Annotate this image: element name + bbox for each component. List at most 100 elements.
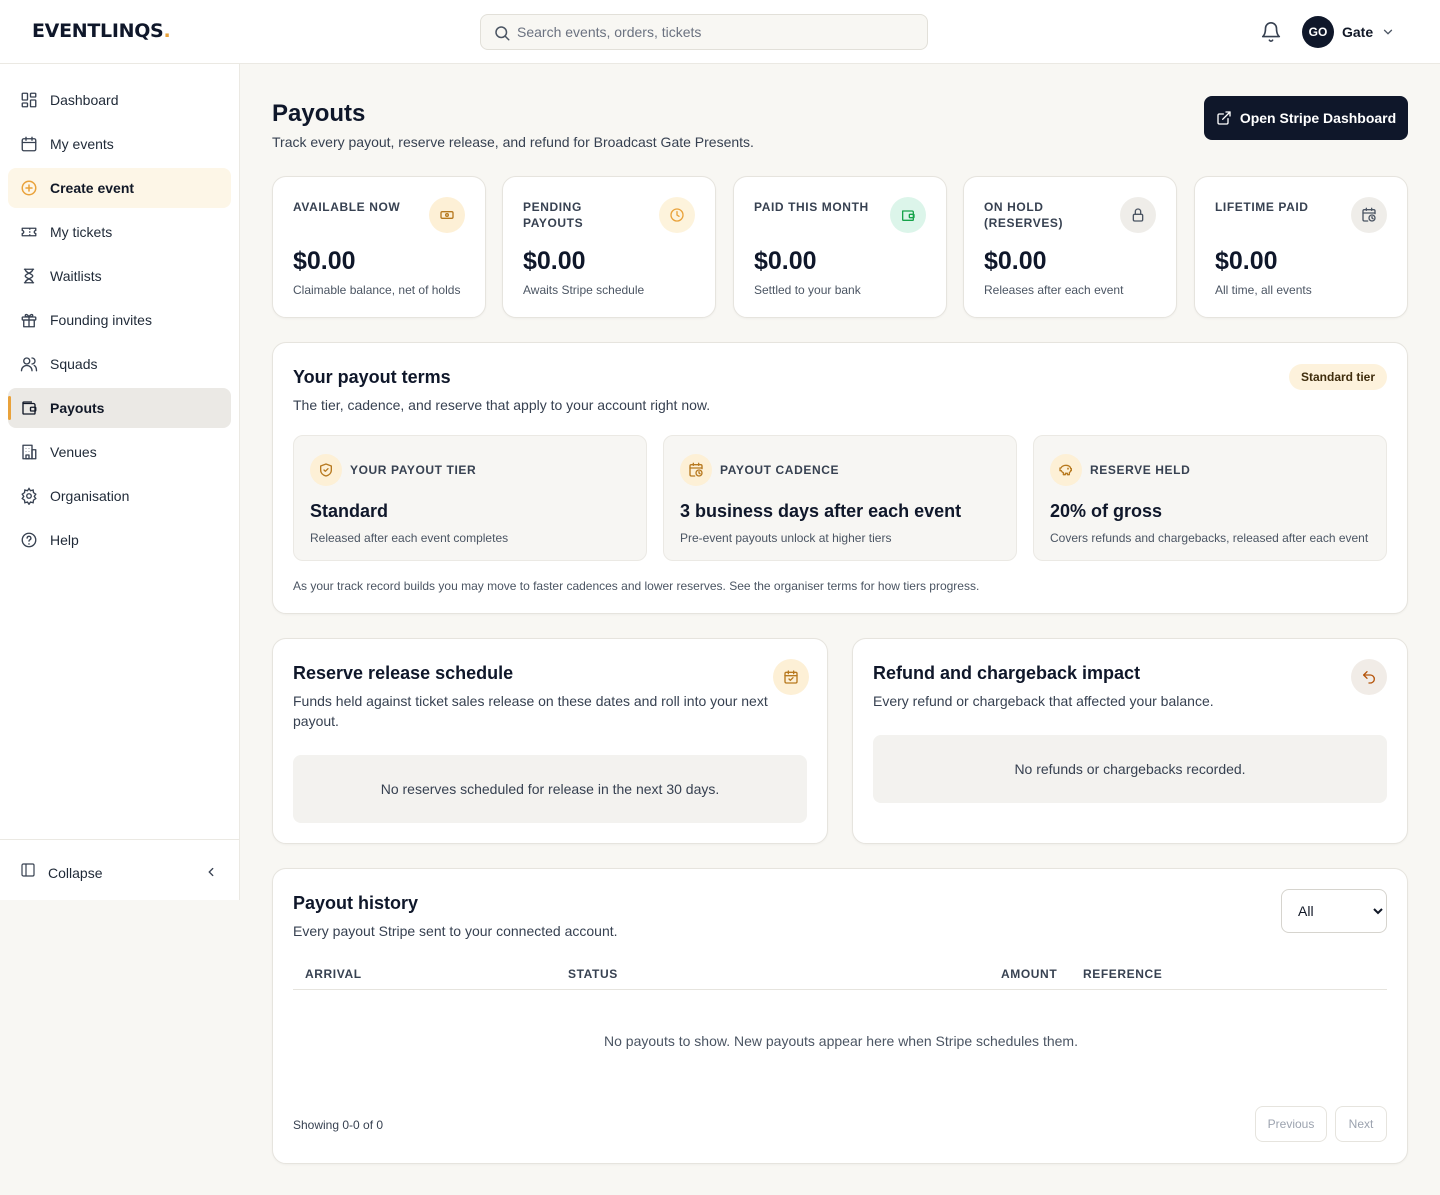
brand-logo[interactable]: EVENTLINQS. <box>32 20 171 42</box>
stat-value: $0.00 <box>293 247 356 275</box>
term-box-payout-cadence: PAYOUT CADENCE 3 business days after eac… <box>663 435 1017 561</box>
terms-note: As your track record builds you may move… <box>293 579 980 593</box>
stat-card-available-now: AVAILABLE NOW $0.00 Claimable balance, n… <box>272 176 486 318</box>
stat-card-pending-payouts: PENDING PAYOUTS $0.00 Awaits Stripe sche… <box>502 176 716 318</box>
stat-card-lifetime-paid: LIFETIME PAID $0.00 All time, all events <box>1194 176 1408 318</box>
sidebar-item-help[interactable]: Help <box>8 520 231 560</box>
column-header-arrival: ARRIVAL <box>305 967 362 981</box>
search-bar[interactable] <box>480 14 928 50</box>
stat-label: PENDING PAYOUTS <box>523 200 584 230</box>
users-icon <box>20 355 38 373</box>
table-header-divider <box>293 989 1387 990</box>
sidebar-item-venues[interactable]: Venues <box>8 432 231 472</box>
user-name[interactable]: Gate <box>1342 24 1373 40</box>
calendar-clock-icon <box>680 454 712 486</box>
tier-badge: Standard tier <box>1288 364 1387 390</box>
calendar-clock-icon <box>1351 197 1387 233</box>
column-header-amount: AMOUNT <box>1001 967 1058 981</box>
reserve-release-title: Reserve release schedule <box>293 663 514 683</box>
stat-value: $0.00 <box>523 247 586 275</box>
sidebar-item-create-event[interactable]: Create event <box>8 168 231 208</box>
collapse-label: Collapse <box>48 864 103 881</box>
sidebar-item-label: My tickets <box>50 224 113 240</box>
pagination-summary: Showing 0-0 of 0 <box>293 1118 384 1132</box>
page-subtitle: Track every payout, reserve release, and… <box>272 134 754 150</box>
external-link-icon <box>1216 110 1232 126</box>
sidebar-item-label: Waitlists <box>50 268 102 284</box>
refund-chargeback-card: Refund and chargeback impact Every refun… <box>852 638 1408 844</box>
term-label: YOUR PAYOUT TIER <box>350 463 477 477</box>
sidebar-item-label: Organisation <box>50 488 130 504</box>
calendar-icon <box>20 135 38 153</box>
plus-circle-icon <box>20 179 38 197</box>
payout-status-filter[interactable]: All <box>1281 889 1387 933</box>
sidebar-item-organisation[interactable]: Organisation <box>8 476 231 516</box>
search-input[interactable] <box>517 15 917 49</box>
column-header-reference: REFERENCE <box>1083 967 1163 981</box>
term-box-payout-tier: YOUR PAYOUT TIER Standard Released after… <box>293 435 647 561</box>
gear-icon <box>20 487 38 505</box>
sidebar-item-label: Create event <box>50 180 135 196</box>
piggy-bank-icon <box>1050 454 1082 486</box>
term-hint: Released after each event completes <box>310 531 509 545</box>
clock-icon <box>659 197 695 233</box>
payout-history-card: Payout history Every payout Stripe sent … <box>272 868 1408 1164</box>
stat-label: PAID THIS MONTH <box>754 200 869 214</box>
chevron-down-icon[interactable] <box>1381 25 1395 39</box>
sidebar-item-label: Help <box>50 532 79 548</box>
bell-icon[interactable] <box>1260 21 1282 43</box>
calendar-check-icon <box>773 659 809 695</box>
term-hint: Covers refunds and chargebacks, released… <box>1050 531 1369 545</box>
refund-chargeback-title: Refund and chargeback impact <box>873 663 1141 683</box>
term-box-reserve-held: RESERVE HELD 20% of gross Covers refunds… <box>1033 435 1387 561</box>
collapse-button[interactable]: Collapse <box>20 862 102 883</box>
reserve-empty-state: No reserves scheduled for release in the… <box>293 755 807 823</box>
term-hint: Pre-event payouts unlock at higher tiers <box>680 531 892 545</box>
open-stripe-dashboard-button[interactable]: Open Stripe Dashboard <box>1204 96 1408 140</box>
sidebar-item-label: Founding invites <box>50 312 152 328</box>
payout-terms-subtitle: The tier, cadence, and reserve that appl… <box>293 397 711 413</box>
search-icon <box>493 24 511 42</box>
sidebar-item-payouts[interactable]: Payouts <box>8 388 231 428</box>
payout-terms-card: Your payout terms The tier, cadence, and… <box>272 342 1408 614</box>
hourglass-icon <box>20 267 38 285</box>
term-label: PAYOUT CADENCE <box>720 463 840 477</box>
payout-history-subtitle: Every payout Stripe sent to your connect… <box>293 923 618 939</box>
sidebar-item-label: Dashboard <box>50 92 119 108</box>
previous-page-button[interactable]: Previous <box>1255 1106 1327 1142</box>
sidebar-item-my-tickets[interactable]: My tickets <box>8 212 231 252</box>
cash-icon <box>429 197 465 233</box>
sidebar-item-dashboard[interactable]: Dashboard <box>8 80 231 120</box>
building-icon <box>20 443 38 461</box>
reserve-release-subtitle: Funds held against ticket sales release … <box>293 693 768 729</box>
stat-hint: Awaits Stripe schedule <box>523 283 645 297</box>
chevron-left-icon[interactable] <box>204 865 218 879</box>
page-title: Payouts <box>272 100 366 127</box>
sidebar-item-squads[interactable]: Squads <box>8 344 231 384</box>
term-label: RESERVE HELD <box>1090 463 1191 477</box>
column-header-status: STATUS <box>568 967 618 981</box>
top-bar: EVENTLINQS. GO Gate <box>0 0 1440 64</box>
sidebar-item-founding-invites[interactable]: Founding invites <box>8 300 231 340</box>
next-page-button[interactable]: Next <box>1335 1106 1387 1142</box>
avatar[interactable]: GO <box>1302 16 1334 48</box>
sidebar-item-my-events[interactable]: My events <box>8 124 231 164</box>
stat-hint: All time, all events <box>1215 283 1312 297</box>
term-value: 20% of gross <box>1050 501 1163 521</box>
term-value: 3 business days after each event <box>680 501 962 521</box>
lock-icon <box>1120 197 1156 233</box>
sidebar-item-waitlists[interactable]: Waitlists <box>8 256 231 296</box>
sidebar-item-label: My events <box>50 136 114 152</box>
open-stripe-dashboard-label: Open Stripe Dashboard <box>1239 110 1397 126</box>
sidebar-item-label: Payouts <box>50 400 105 416</box>
wallet-icon <box>20 399 38 417</box>
payout-terms-title: Your payout terms <box>293 367 451 387</box>
stat-hint: Releases after each event <box>984 283 1124 297</box>
stat-value: $0.00 <box>754 247 817 275</box>
undo-icon <box>1351 659 1387 695</box>
dashboard-icon <box>20 91 38 109</box>
stat-label: ON HOLD (RESERVES) <box>984 200 1064 230</box>
stat-value: $0.00 <box>1215 247 1278 275</box>
refunds-empty-state: No refunds or chargebacks recorded. <box>873 735 1387 803</box>
stat-label: AVAILABLE NOW <box>293 200 401 214</box>
